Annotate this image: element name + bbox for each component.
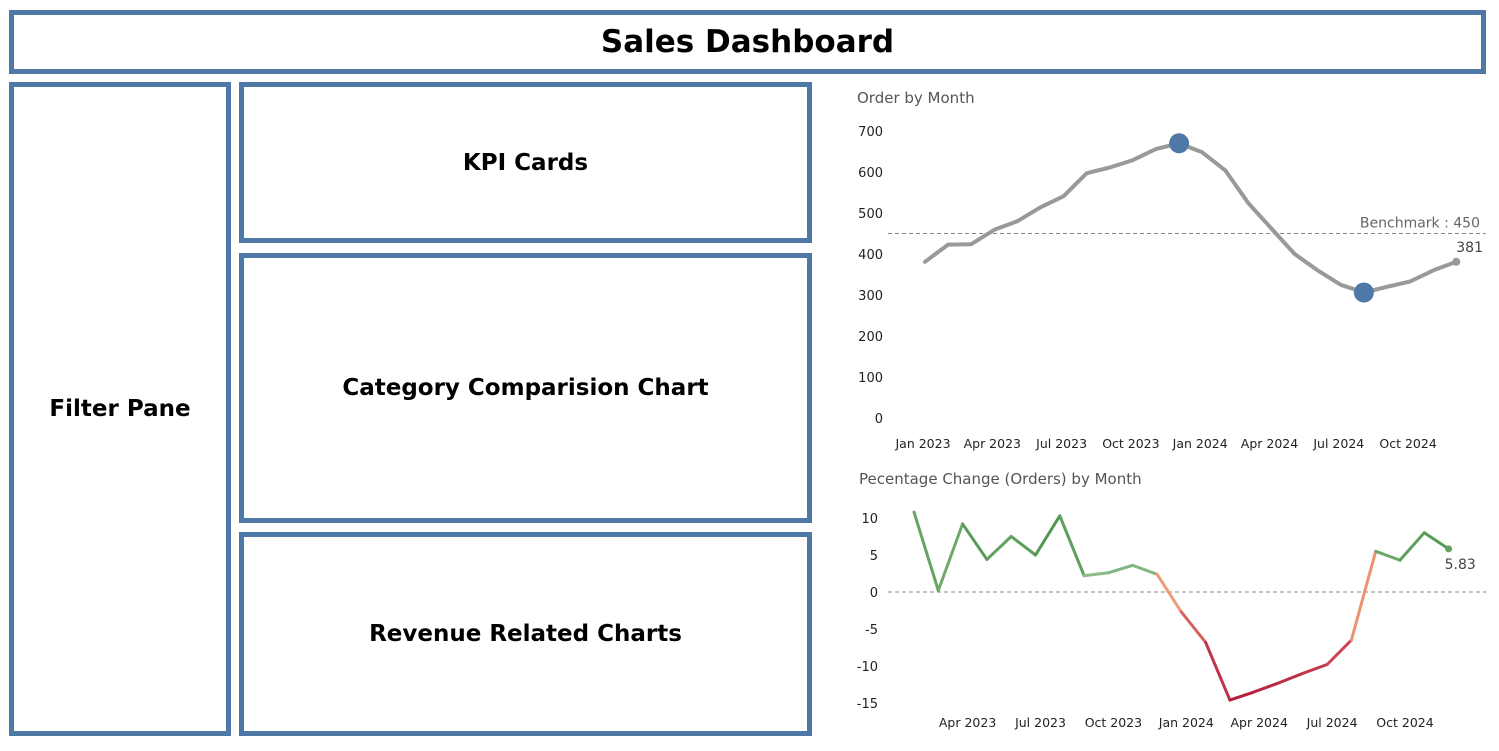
highlight-point <box>1169 133 1190 154</box>
end-value-label: 381 <box>1456 240 1483 256</box>
pct-change-segment <box>1349 549 1378 642</box>
pct-change-segment <box>1252 681 1280 694</box>
y-tick-label: 5 <box>870 549 878 564</box>
pct-change-segment <box>961 522 989 561</box>
y-tick-label: -15 <box>857 697 878 712</box>
y-tick-label: 200 <box>858 330 883 345</box>
y-tick-label: 10 <box>861 512 878 527</box>
pct-change-segment <box>936 522 965 593</box>
x-tick-label: Jan 2024 <box>1172 436 1228 451</box>
x-tick-label: Oct 2023 <box>1085 715 1142 730</box>
x-tick-label: Apr 2023 <box>939 715 996 730</box>
pct-change-segment <box>1106 563 1135 575</box>
x-tick-label: Oct 2023 <box>1102 436 1159 451</box>
y-tick-label: 600 <box>858 166 883 181</box>
end-value-label: 5.83 <box>1445 557 1476 573</box>
x-tick-label: Apr 2024 <box>1241 436 1298 451</box>
end-point <box>1445 545 1453 553</box>
x-tick-label: Jul 2024 <box>1312 436 1364 451</box>
pct-change-segment <box>1058 514 1086 578</box>
x-tick-label: Jan 2023 <box>894 436 950 451</box>
x-tick-label: Jul 2024 <box>1306 715 1358 730</box>
pct-change-segment <box>1034 514 1062 557</box>
charts-canvas: 0100200300400500600700Jan 2023 Apr 2023 Ju… <box>857 125 1486 730</box>
end-point <box>1452 257 1461 266</box>
pct-change-segment <box>1009 535 1037 557</box>
x-tick-label: Jul 2023 <box>1014 715 1066 730</box>
benchmark-label: Benchmark : 450 <box>1360 216 1480 232</box>
y-tick-label: 500 <box>858 207 883 222</box>
pct-change-segment <box>1277 671 1305 685</box>
y-tick-label: 400 <box>858 248 883 263</box>
pct-change-segment <box>1131 563 1159 576</box>
y-tick-label: 0 <box>875 412 883 427</box>
pct-change-segment <box>1301 663 1329 675</box>
pct-change-segment <box>1179 610 1208 644</box>
pct-change-segment <box>912 510 940 593</box>
y-tick-label: 0 <box>870 586 878 601</box>
y-tick-label: 700 <box>858 125 883 140</box>
y-tick-label: -5 <box>865 623 878 638</box>
pct-change-segment <box>1204 640 1232 702</box>
x-tick-label: Jan 2024 <box>1158 715 1214 730</box>
pct-change-segment <box>1374 549 1402 562</box>
pct-change-segment <box>1398 531 1426 562</box>
pct-change-segment <box>1228 690 1256 702</box>
pct-change-segment <box>985 535 1013 561</box>
pct-change-segment <box>1422 531 1451 551</box>
x-tick-label: Oct 2024 <box>1379 436 1436 451</box>
pct-change-segment <box>1325 638 1353 667</box>
pct-change-segment <box>1155 572 1183 614</box>
pct-change-segment <box>1082 571 1110 578</box>
x-tick-label: Oct 2024 <box>1376 715 1433 730</box>
y-tick-label: 100 <box>858 371 883 386</box>
x-tick-label: Apr 2023 <box>964 436 1021 451</box>
x-tick-label: Jul 2023 <box>1035 436 1087 451</box>
y-tick-label: 300 <box>858 289 883 304</box>
y-tick-label: -10 <box>857 660 878 675</box>
highlight-point <box>1353 282 1374 303</box>
x-tick-label: Apr 2024 <box>1230 715 1287 730</box>
